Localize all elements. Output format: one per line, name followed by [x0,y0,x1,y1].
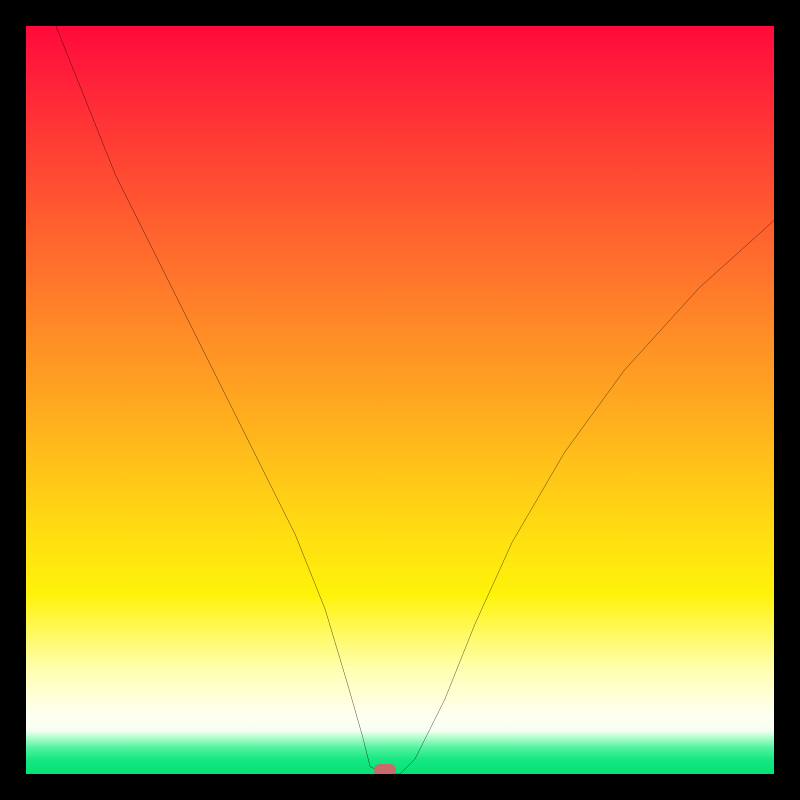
bottleneck-curve [26,26,774,774]
chart-stage: TheBottleneck.com [0,0,800,800]
optimal-marker [374,764,396,774]
watermark-text: TheBottleneck.com [615,4,790,27]
plot-area [26,26,774,774]
curve-path [56,26,774,774]
